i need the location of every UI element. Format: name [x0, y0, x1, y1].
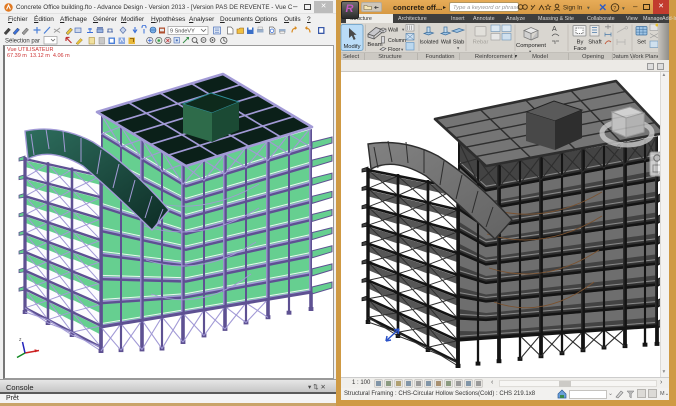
svg-text:Rebar: Rebar [473, 40, 489, 46]
svg-text:Shaft: Shaft [588, 40, 602, 46]
svg-text:?: ? [613, 6, 616, 12]
svg-text:9 SndeVY: 9 SndeVY [170, 29, 195, 35]
svg-text:Wall: Wall [441, 40, 451, 46]
svg-text:S: S [617, 145, 621, 151]
svg-text:z: z [19, 337, 22, 343]
svg-text:Sign In: Sign In [563, 5, 583, 12]
svg-text:▾: ▾ [457, 46, 460, 51]
svg-text:Set: Set [637, 40, 646, 46]
svg-text:▾: ▾ [402, 27, 405, 32]
svg-text:Sélection par: Sélection par [5, 39, 40, 45]
svg-text:A: A [552, 26, 557, 33]
svg-text:▾: ▾ [587, 6, 590, 12]
svg-text:By: By [577, 40, 584, 46]
svg-text:▾: ▾ [622, 6, 625, 12]
svg-text:Modify: Modify [343, 44, 360, 50]
svg-text:Isolated: Isolated [420, 40, 439, 46]
svg-text:Column: Column [388, 38, 406, 44]
svg-text:Wall: Wall [388, 28, 398, 34]
svg-text:Beam: Beam [367, 42, 382, 48]
